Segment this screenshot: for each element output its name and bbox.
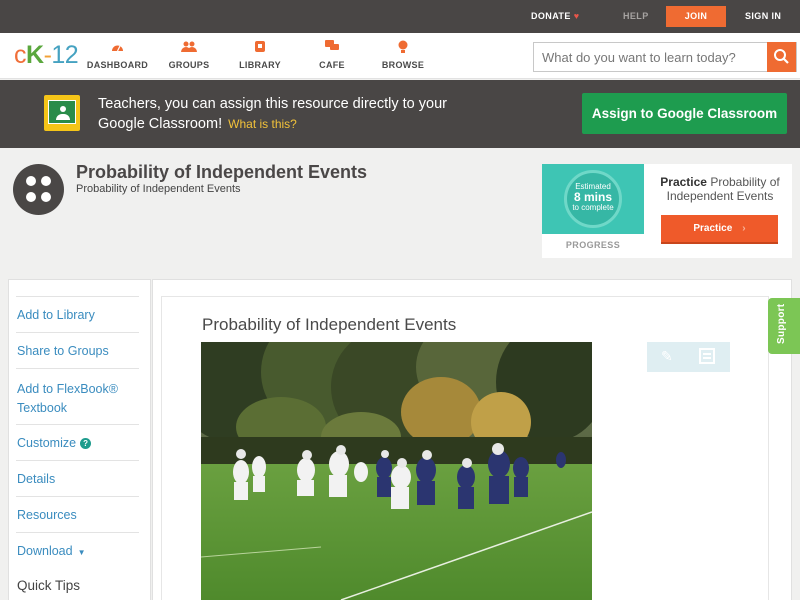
- content-tools: ✎: [647, 342, 730, 372]
- practice-heading: Practice Probability of Independent Even…: [652, 175, 788, 203]
- sidebar-item-label: Share to Groups: [17, 344, 109, 358]
- nav-dashboard[interactable]: DASHBOARD: [86, 40, 149, 70]
- join-button[interactable]: JOIN: [666, 6, 726, 27]
- support-label: Support: [776, 303, 787, 344]
- google-classroom-icon: [44, 95, 80, 131]
- sidebar-item-download[interactable]: Download ▼: [16, 532, 139, 568]
- logo-k: K: [26, 41, 44, 69]
- library-icon: [236, 40, 284, 56]
- sidebar: Add to Library Share to Groups Add to Fl…: [8, 279, 151, 600]
- sidebar-item-label: Download: [17, 544, 73, 558]
- caret-down-icon: ▼: [77, 548, 86, 557]
- help-icon[interactable]: ?: [80, 438, 92, 449]
- main-nav: cK-12 DASHBOARD GROUPS LIBRARY CAFE BROW…: [0, 33, 800, 79]
- nav-library[interactable]: LIBRARY: [236, 40, 284, 70]
- practice-heading-bold: Practice: [660, 175, 707, 189]
- search-button[interactable]: [767, 42, 796, 72]
- sidebar-item-share-to-groups[interactable]: Share to Groups: [16, 332, 139, 368]
- sidebar-item-add-to-library[interactable]: Add to Library: [16, 296, 139, 332]
- quick-tips-heading[interactable]: Quick Tips: [17, 578, 80, 593]
- nav-label: GROUPS: [168, 60, 210, 70]
- donate-link[interactable]: DONATE ♥: [531, 0, 579, 33]
- nav-cafe[interactable]: CAFE: [314, 40, 350, 70]
- sidebar-item-label: Resources: [17, 508, 77, 522]
- page-subtitle: Probability of Independent Events: [76, 183, 241, 195]
- browse-icon: [380, 40, 426, 56]
- nav-label: BROWSE: [381, 60, 425, 70]
- what-is-this-link[interactable]: What is this?: [228, 117, 297, 131]
- nav-label: LIBRARY: [239, 60, 281, 70]
- search-icon: [774, 49, 789, 64]
- practice-button[interactable]: Practice ›: [661, 215, 778, 244]
- search-input[interactable]: [534, 43, 768, 71]
- pencil-icon[interactable]: ✎: [661, 348, 673, 365]
- sidebar-item-label: Customize: [17, 436, 77, 450]
- notes-icon[interactable]: [699, 348, 715, 364]
- sign-in-link[interactable]: SIGN IN: [745, 0, 781, 33]
- cafe-icon: [314, 40, 350, 56]
- dashboard-icon: [86, 40, 149, 56]
- nav-groups[interactable]: GROUPS: [164, 40, 214, 70]
- sidebar-item-resources[interactable]: Resources: [16, 496, 139, 532]
- logo-c: c: [14, 41, 27, 69]
- sidebar-item-label: Add to FlexBook® Textbook: [17, 382, 118, 415]
- groups-icon: [164, 40, 214, 56]
- to-complete-label: to complete: [572, 203, 614, 212]
- progress-badge: Estimated 8 mins to complete: [542, 164, 644, 234]
- banner-text: Teachers, you can assign this resource d…: [98, 94, 458, 134]
- content-title: Probability of Independent Events: [202, 315, 457, 334]
- estimated-minutes: 8 mins: [573, 190, 612, 204]
- support-tab[interactable]: Support: [768, 298, 800, 354]
- sidebar-item-details[interactable]: Details: [16, 460, 139, 496]
- nav-label: DASHBOARD: [86, 60, 149, 70]
- sidebar-item-customize[interactable]: Customize?: [16, 424, 139, 460]
- heart-icon: ♥: [573, 11, 580, 21]
- sidebar-item-label: Details: [17, 472, 56, 486]
- nav-label: CAFE: [319, 60, 345, 70]
- teacher-banner: Teachers, you can assign this resource d…: [0, 80, 800, 148]
- practice-button-label: Practice: [693, 223, 733, 234]
- sidebar-item-label: Add to Library: [17, 308, 95, 322]
- top-bar: DONATE ♥ HELP JOIN SIGN IN: [0, 0, 800, 33]
- progress-label: PROGRESS: [565, 240, 621, 250]
- help-link[interactable]: HELP: [623, 0, 649, 33]
- assign-google-classroom-button[interactable]: Assign to Google Classroom: [582, 93, 787, 134]
- logo-num: 12: [51, 41, 79, 69]
- ck12-logo[interactable]: cK-12: [14, 41, 79, 70]
- sidebar-item-add-to-flexbook[interactable]: Add to FlexBook® Textbook: [16, 368, 139, 424]
- football-photo: [201, 342, 592, 600]
- concept-icon: [13, 164, 64, 215]
- practice-card: Estimated 8 mins to complete PROGRESS Pr…: [542, 164, 792, 258]
- search-box: [533, 42, 797, 72]
- page-title: Probability of Independent Events: [76, 162, 368, 182]
- donate-label: DONATE: [531, 11, 571, 21]
- chevron-right-icon: ›: [742, 223, 746, 234]
- nav-browse[interactable]: BROWSE: [380, 40, 426, 70]
